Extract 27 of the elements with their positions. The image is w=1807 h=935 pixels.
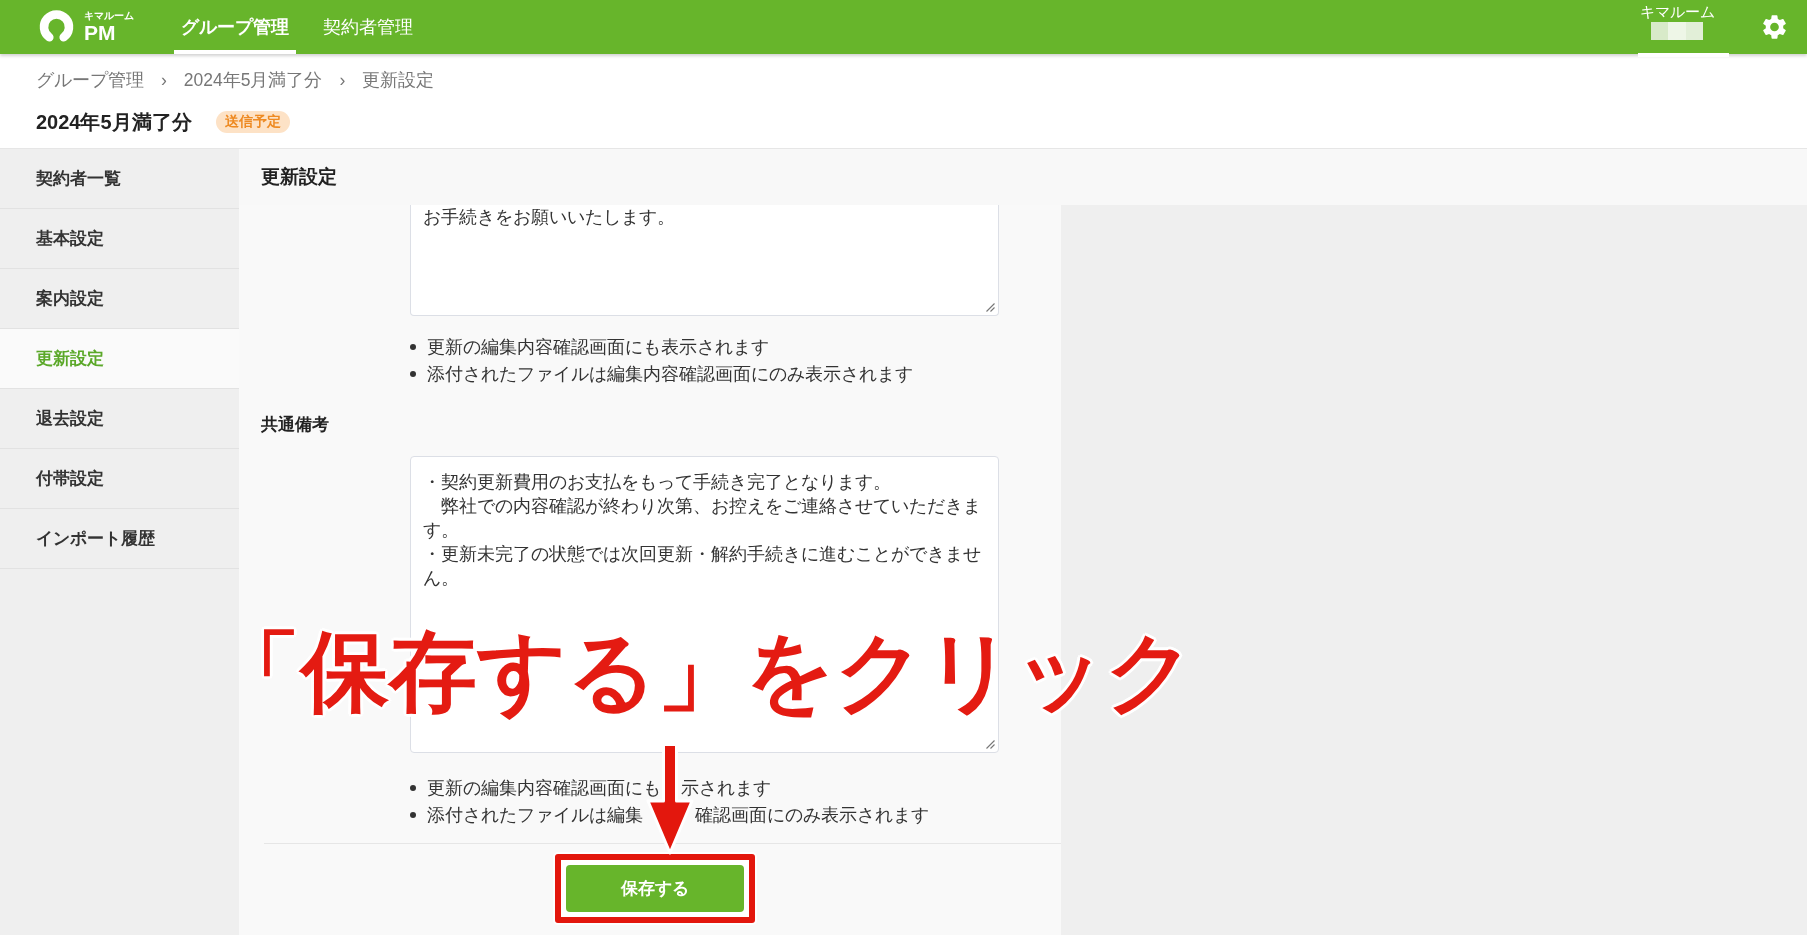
settings-icon[interactable] <box>1763 15 1786 39</box>
resize-grip-icon[interactable] <box>986 740 995 749</box>
breadcrumb-link[interactable]: 2024年5月満了分 <box>183 67 323 93</box>
field-label: 共通備考 <box>261 414 329 436</box>
note-text: 確認画面にのみ表示されます <box>695 803 929 827</box>
bullet-icon <box>410 811 416 818</box>
note-text: 更新の編集内容確認画面にも <box>427 777 661 800</box>
note-text: 添付されたファイルは編集 <box>427 803 643 827</box>
bullet-icon <box>410 370 416 377</box>
resize-grip-icon[interactable] <box>986 303 995 312</box>
note-text: 更新の編集内容確認画面にも表示されます <box>427 336 769 359</box>
textarea-field[interactable]: お手続きをお願いいたします。 <box>410 205 999 316</box>
breadcrumb-current: 更新設定 <box>362 69 435 92</box>
breadcrumb-separator: › <box>161 69 167 92</box>
page-title: 2024年5月満了分 <box>36 110 192 135</box>
bullet-icon <box>410 785 416 792</box>
user-name: キマルーム <box>1640 3 1715 21</box>
section-title: 更新設定 <box>261 165 337 189</box>
note-text: 添付されたファイルは編集内容確認画面にのみ表示されます <box>427 362 913 386</box>
logo-caption: キマルーム <box>84 11 134 21</box>
logo-text: PM <box>84 22 117 43</box>
bullet-icon <box>410 344 416 351</box>
breadcrumb-separator: › <box>339 69 346 92</box>
breadcrumb-link[interactable]: グループ管理 <box>36 67 144 93</box>
mosaic-placeholder <box>1651 22 1703 40</box>
status-badge: 送信予定 <box>215 111 290 133</box>
note-text: 示されます <box>681 777 771 800</box>
